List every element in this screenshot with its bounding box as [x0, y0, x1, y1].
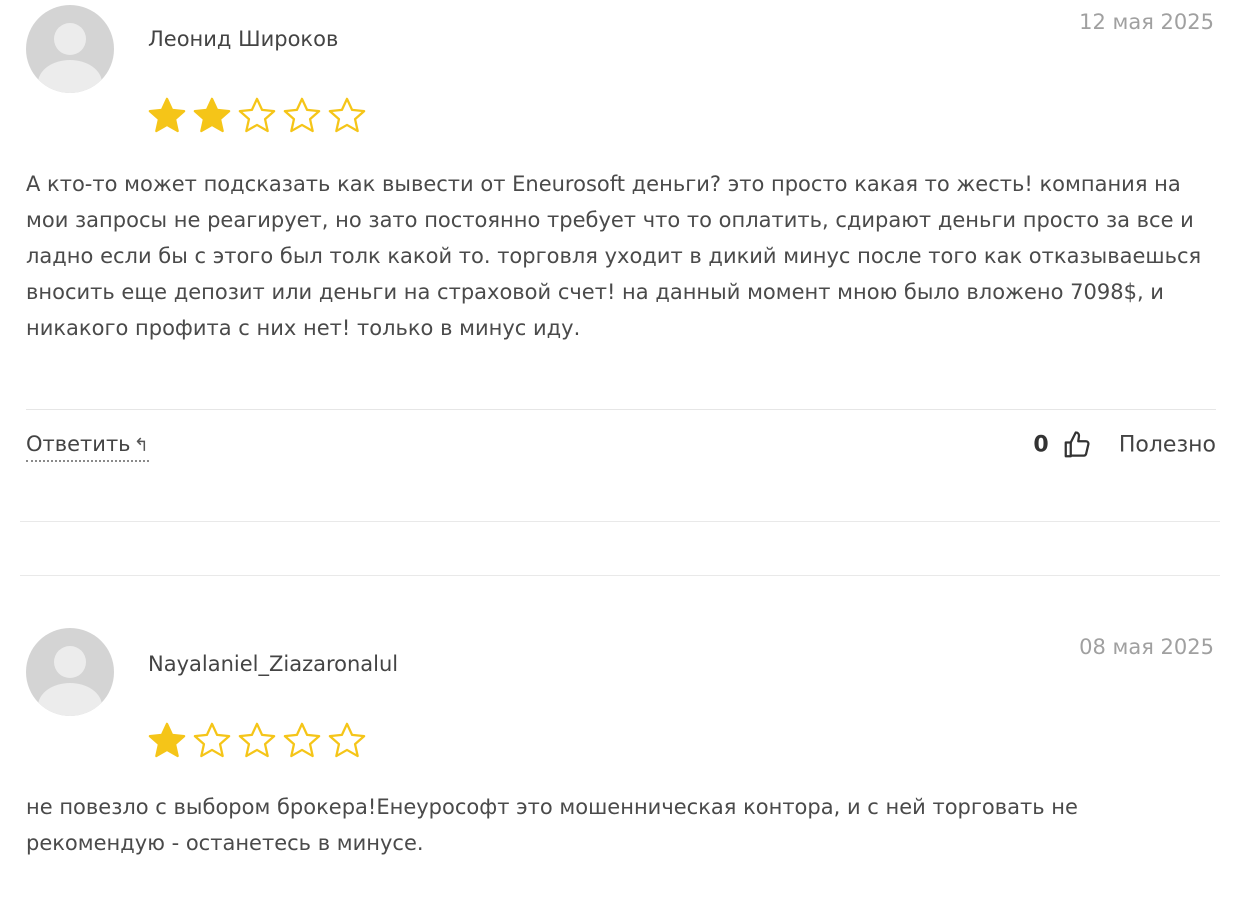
review-date: 08 мая 2025	[1079, 635, 1214, 659]
star-filled-icon	[146, 95, 188, 137]
review-card: Nayalaniel_Ziazaronalul 08 мая 2025 не п…	[0, 575, 1234, 898]
star-empty-icon	[281, 720, 323, 762]
useful-control: 0 Полезно	[1033, 430, 1216, 464]
star-empty-icon	[236, 720, 278, 762]
avatar	[26, 628, 114, 716]
review-date: 12 мая 2025	[1079, 10, 1214, 34]
avatar-body-shape	[38, 683, 102, 716]
reply-arrow-icon: ↰	[133, 435, 149, 456]
star-filled-icon	[191, 95, 233, 137]
star-rating	[146, 95, 371, 137]
author-name: Леонид Широков	[148, 27, 339, 51]
avatar	[26, 5, 114, 93]
reply-label: Ответить	[26, 432, 131, 456]
author-name: Nayalaniel_Ziazaronalul	[148, 652, 399, 676]
reply-button[interactable]: Ответить ↰	[26, 432, 149, 462]
star-rating	[146, 720, 371, 762]
star-empty-icon	[236, 95, 278, 137]
star-empty-icon	[191, 720, 233, 762]
review-text: не повезло с выбором брокера!Енеурософт …	[26, 795, 1078, 855]
useful-button[interactable]: Полезно	[1119, 433, 1216, 458]
star-empty-icon	[326, 95, 368, 137]
divider	[26, 409, 1216, 410]
star-empty-icon	[281, 95, 323, 137]
star-empty-icon	[326, 720, 368, 762]
review-text: А кто-то может подсказать как вывести от…	[26, 172, 1202, 340]
star-filled-icon	[146, 720, 188, 762]
section-divider	[20, 521, 1220, 522]
thumbs-up-icon[interactable]	[1062, 430, 1092, 460]
review-card: Леонид Широков 12 мая 2025 А кто-то може…	[0, 0, 1234, 520]
avatar-head-shape	[54, 23, 86, 55]
useful-count: 0	[1033, 432, 1049, 458]
avatar-body-shape	[38, 60, 102, 93]
avatar-head-shape	[54, 646, 86, 678]
